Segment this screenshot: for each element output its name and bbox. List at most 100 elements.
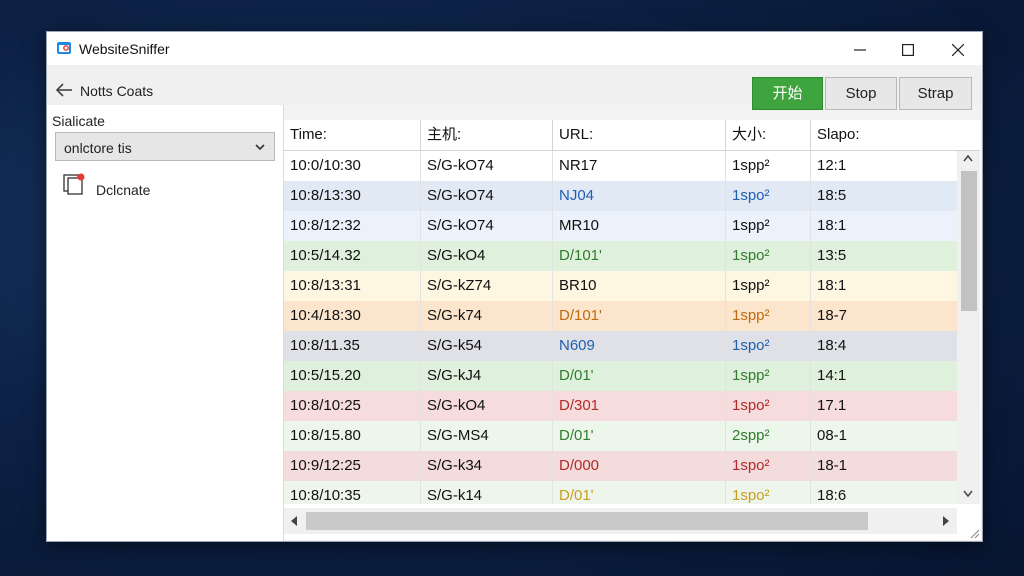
cell-time: 10:4/18:30 [284,301,421,331]
sidebar-select-value: onlctore tis [64,140,132,156]
sidebar-item-label: Dclcnate [96,182,151,198]
horizontal-scroll-thumb[interactable] [306,512,868,530]
table-header: Time: 主机: URL: 大小: Slapo: [284,120,980,151]
cell-time: 10:5/14.32 [284,241,421,271]
sidebar-item-dclcnate[interactable]: Dclcnate [63,172,263,200]
scroll-right-icon[interactable] [942,516,950,526]
document-icon [63,173,85,195]
cell-host: S/G-kJ4 [421,361,553,391]
table-row[interactable]: 10:9/12:25 S/G-k34 D/000 1spo² 18-1 [284,451,957,481]
cell-status: 18:1 [817,277,847,294]
cell-size: 1spo² [726,481,811,504]
cell-size: 1spo² [726,451,811,481]
table-row[interactable]: 10:0/10:30 S/G-kO74 NR17 1spp² 12:1 [284,151,957,181]
title-bar: WebsiteSniffer [47,32,982,65]
cell-host: S/G-k74 [421,301,553,331]
scroll-left-icon[interactable] [290,516,298,526]
cell-status: 12:1 [817,157,847,174]
cell-time: 10:9/12:25 [284,451,421,481]
column-header-size[interactable]: 大小: [726,120,811,150]
cell-host: S/G-k54 [421,331,553,361]
cell-size: 1spp² [726,301,811,331]
cell-size: 1spo² [726,391,811,421]
table-row[interactable]: 10:4/18:30 S/G-k74 D/101' 1spp² 18-7 [284,301,957,331]
resize-grip-icon[interactable] [968,527,980,539]
stop-button[interactable]: Stop [825,77,897,110]
cell-host: S/G-kO4 [421,391,553,421]
cell-time: 10:8/13:31 [284,271,421,301]
back-label[interactable]: Notts Coats [80,83,153,99]
cell-host: S/G-k34 [421,451,553,481]
close-button[interactable] [934,32,982,65]
start-button[interactable]: 开始 [752,77,823,110]
cell-time: 10:8/11.35 [284,331,421,361]
cell-size: 1spp² [726,271,811,301]
cell-size: 2spp² [726,421,811,451]
column-header-status[interactable]: Slapo: [811,120,957,150]
cell-url: D/301 [553,391,726,421]
cell-size: 1spo² [726,241,811,271]
cell-url: D/000 [553,451,726,481]
cell-size: 1spp² [726,211,811,241]
cell-url: D/01' [553,361,726,391]
cell-host: S/G-kO74 [421,151,553,181]
strap-button[interactable]: Strap [899,77,972,110]
cell-status: 18:6 [817,487,847,504]
cell-host: S/G-kO74 [421,211,553,241]
cell-status: 18:5 [817,187,847,204]
column-header-time[interactable]: Time: [284,120,421,150]
scroll-down-icon[interactable] [963,490,973,498]
table-row[interactable]: 10:5/15.20 S/G-kJ4 D/01' 1spp² 14:1 [284,361,957,391]
scroll-up-icon[interactable] [963,154,973,162]
cell-status: 14:1 [817,367,847,384]
cell-time: 10:5/15.20 [284,361,421,391]
table-row[interactable]: 10:8/13:31 S/G-kZ74 BR10 1spp² 18:1 [284,271,957,301]
cell-time: 10:8/15.80 [284,421,421,451]
app-icon [57,42,71,54]
cell-status: 18-7 [817,307,848,324]
table-row[interactable]: 10:8/11.35 S/G-k54 N609 1spo² 18:4 [284,331,957,361]
cell-host: S/G-k14 [421,481,553,504]
sidebar [47,105,284,541]
cell-size: 1spp² [726,361,811,391]
cell-size: 1spo² [726,331,811,361]
cell-status: 08-1 [817,427,848,444]
close-icon [951,43,965,56]
cell-host: S/G-kZ74 [421,271,553,301]
table-row[interactable]: 10:8/13:30 S/G-kO74 NJ04 1spo² 18:5 [284,181,957,211]
minimize-button[interactable] [836,32,884,65]
table-row[interactable]: 10:8/12:32 S/G-kO74 MR10 1spp² 18:1 [284,211,957,241]
cell-status: 13:5 [817,247,847,264]
maximize-button[interactable] [884,32,932,65]
sidebar-select[interactable]: onlctore tis [55,132,275,161]
table-row[interactable]: 10:5/14.32 S/G-kO4 D/101' 1spo² 13:5 [284,241,957,271]
cell-url: D/01' [553,421,726,451]
sidebar-label: Sialicate [52,113,105,129]
chevron-down-icon [255,144,265,151]
vertical-scrollbar[interactable] [957,151,980,504]
table-body: 10:0/10:30 S/G-kO74 NR17 1spp² 12:1 10:8/13:3… [284,151,957,504]
column-header-url[interactable]: URL: [553,120,726,150]
cell-url: NJ04 [553,181,726,211]
cell-url: N609 [553,331,726,361]
cell-size: 1spp² [726,151,811,181]
back-arrow-icon[interactable] [55,82,73,98]
cell-host: S/G-kO74 [421,181,553,211]
window-title: WebsiteSniffer [79,41,170,57]
cell-time: 10:8/10:25 [284,391,421,421]
horizontal-scrollbar[interactable] [284,508,957,534]
cell-size: 1spo² [726,181,811,211]
table-row[interactable]: 10:8/10:25 S/G-kO4 D/301 1spo² 17.1 [284,391,957,421]
app-window: WebsiteSniffer Notts Coats 开始 Stop Strap… [46,31,983,542]
cell-url: MR10 [553,211,726,241]
table-row[interactable]: 10:8/10:35 S/G-k14 D/01' 1spo² 18:6 [284,481,957,504]
table-row[interactable]: 10:8/15.80 S/G-MS4 D/01' 2spp² 08-1 [284,421,957,451]
column-header-host[interactable]: 主机: [421,120,553,150]
vertical-scroll-thumb[interactable] [961,171,977,311]
minimize-icon [854,48,866,51]
maximize-icon [902,43,915,56]
cell-url: NR17 [553,151,726,181]
cell-status: 18:4 [817,337,847,354]
cell-time: 10:0/10:30 [284,151,421,181]
cell-url: D/101' [553,241,726,271]
